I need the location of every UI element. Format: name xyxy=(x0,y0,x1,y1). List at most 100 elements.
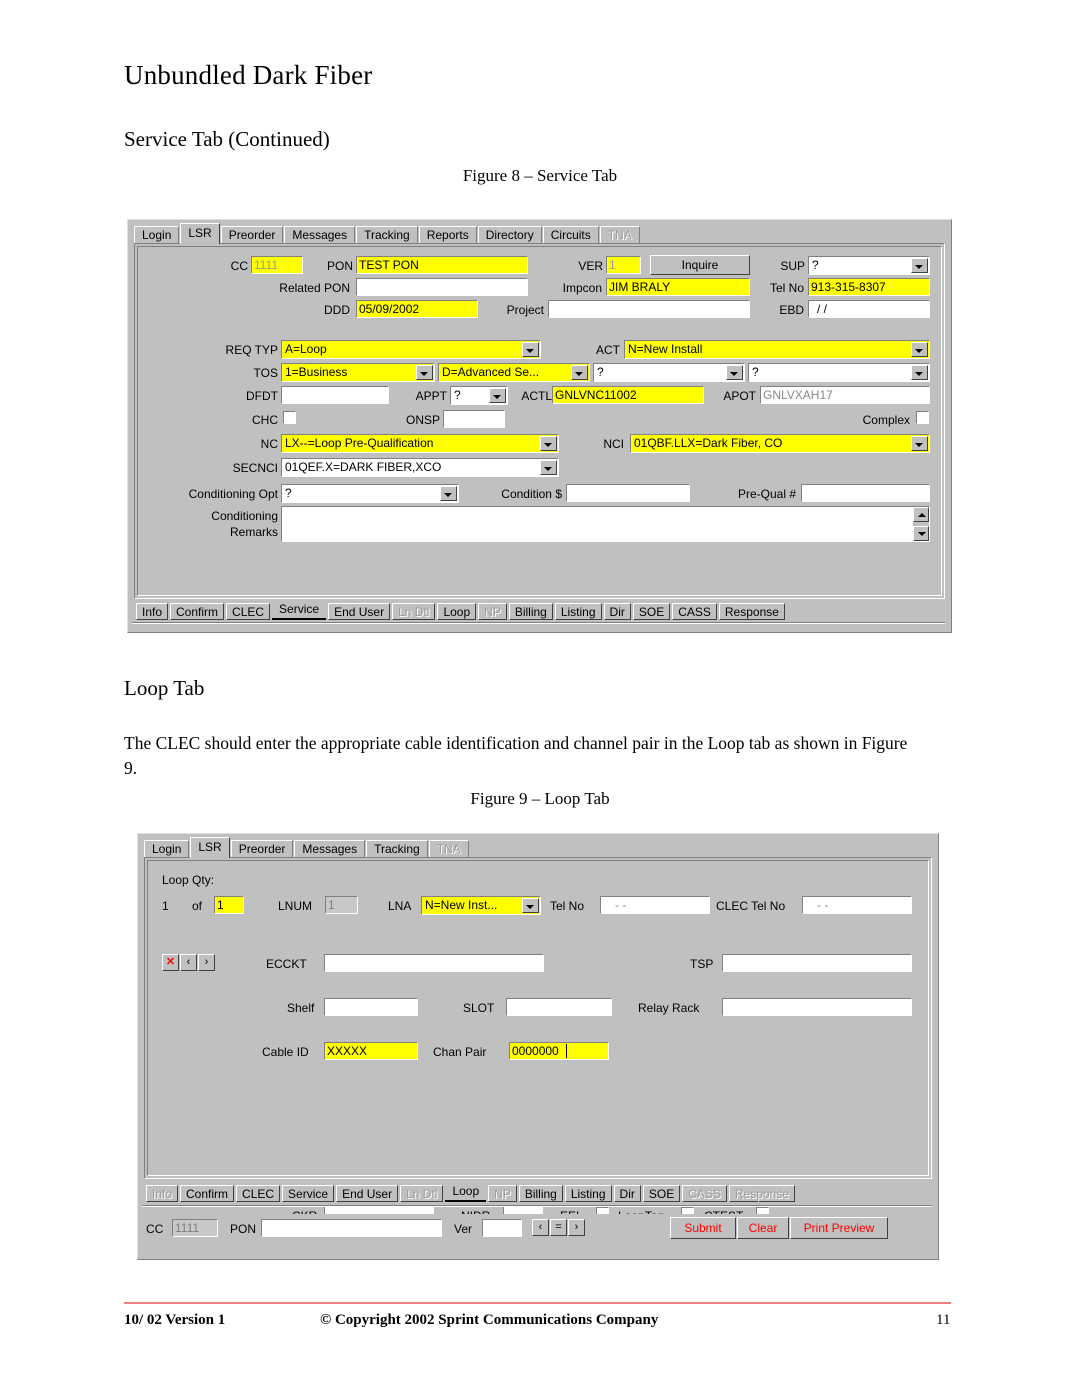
tab-tracking[interactable]: Tracking xyxy=(366,840,428,858)
bottom-tab-loop[interactable]: Loop xyxy=(445,1183,487,1202)
tab-circuits[interactable]: Circuits xyxy=(542,226,599,244)
related-pon-field[interactable] xyxy=(356,278,528,296)
tab-tracking[interactable]: Tracking xyxy=(356,226,418,244)
telno-field[interactable]: - - xyxy=(600,896,710,914)
chevron-down-icon[interactable] xyxy=(540,460,557,475)
chevron-down-icon[interactable] xyxy=(726,365,743,380)
ecckt-field[interactable] xyxy=(324,954,544,972)
bottom-tab-info[interactable]: Info xyxy=(136,603,169,620)
nav-equals-icon[interactable]: = xyxy=(550,1219,567,1236)
prequal-field[interactable] xyxy=(801,484,930,502)
secnci-combo[interactable]: 01QEF.X=DARK FIBER,XCO xyxy=(281,458,559,477)
scroll-down-icon[interactable] xyxy=(913,526,929,541)
tab-messages[interactable]: Messages xyxy=(294,840,366,858)
conditioning-remarks-textarea[interactable] xyxy=(281,506,930,542)
tab-preorder[interactable]: Preorder xyxy=(230,840,294,858)
onsp-field[interactable] xyxy=(443,410,505,428)
tos-combo-2[interactable]: D=Advanced Se... xyxy=(438,363,590,382)
bottom-tab-dir[interactable]: Dir xyxy=(613,1185,641,1202)
bottom-tab-cass[interactable]: CASS xyxy=(672,603,717,620)
relay-rack-field[interactable] xyxy=(722,998,912,1016)
pon-field[interactable]: TEST PON xyxy=(356,256,528,274)
nav-next-icon[interactable]: › xyxy=(568,1219,585,1236)
ver-field[interactable]: 1 xyxy=(606,256,641,274)
condition-dollar-field[interactable] xyxy=(566,484,690,502)
bottom-tab-billing[interactable]: Billing xyxy=(508,603,553,620)
bottom-tab-clec[interactable]: CLEC xyxy=(236,1185,281,1202)
chevron-down-icon[interactable] xyxy=(416,365,433,380)
tab-login[interactable]: Login xyxy=(144,840,190,858)
dfdt-field[interactable] xyxy=(281,386,389,404)
chevron-down-icon[interactable] xyxy=(489,388,506,403)
slot-field[interactable] xyxy=(506,998,612,1016)
bottom-tab-service[interactable]: Service xyxy=(272,601,327,620)
chevron-down-icon[interactable] xyxy=(522,342,539,357)
chevron-down-icon[interactable] xyxy=(911,342,928,357)
telno-field[interactable]: 913-315-8307 xyxy=(808,278,930,296)
conditioning-remarks-scrollbar[interactable] xyxy=(913,507,929,541)
clear-button[interactable]: Clear xyxy=(737,1217,789,1239)
bottom-tab-confirm[interactable]: Confirm xyxy=(180,1185,235,1202)
tab-lsr[interactable]: LSR xyxy=(190,837,230,858)
lna-combo[interactable]: N=New Inst... xyxy=(421,896,541,915)
next-loop-icon[interactable]: › xyxy=(198,954,215,971)
bottom-tab-end-user[interactable]: End User xyxy=(328,603,391,620)
inquire-button[interactable]: Inquire xyxy=(650,255,750,275)
tab-login[interactable]: Login xyxy=(134,226,180,244)
chc-checkbox[interactable] xyxy=(283,411,296,424)
chan-pair-field[interactable]: 0000000 xyxy=(509,1042,609,1060)
conditioning-opt-combo[interactable]: ? xyxy=(281,484,459,503)
bottom-tab-listing[interactable]: Listing xyxy=(554,603,602,620)
tab-messages[interactable]: Messages xyxy=(284,226,356,244)
bottom-tab-dir[interactable]: Dir xyxy=(603,603,631,620)
tab-preorder[interactable]: Preorder xyxy=(220,226,284,244)
loop-total-field[interactable]: 1 xyxy=(214,896,244,914)
scroll-up-icon[interactable] xyxy=(913,507,929,522)
chevron-down-icon[interactable] xyxy=(911,436,928,451)
ebd-field[interactable]: / / xyxy=(808,300,930,318)
delete-loop-icon[interactable]: ✕ xyxy=(162,954,179,971)
bottom-tab-end-user[interactable]: End User xyxy=(336,1185,399,1202)
bottom-tab-listing[interactable]: Listing xyxy=(564,1185,612,1202)
bottom-tab-soe[interactable]: SOE xyxy=(642,1185,681,1202)
ddd-field[interactable]: 05/09/2002 xyxy=(356,300,478,318)
status-ver-field[interactable] xyxy=(482,1219,522,1237)
tsp-field[interactable] xyxy=(722,954,912,972)
bottom-tab-service[interactable]: Service xyxy=(282,1185,335,1202)
bottom-tab-soe[interactable]: SOE xyxy=(632,603,671,620)
tab-lsr[interactable]: LSR xyxy=(180,223,220,244)
reqtyp-combo[interactable]: A=Loop xyxy=(281,340,541,359)
chevron-down-icon[interactable] xyxy=(571,365,588,380)
nav-prev-icon[interactable]: ‹ xyxy=(532,1219,549,1236)
actl-field[interactable]: GNLVNC11002 xyxy=(552,386,704,404)
chevron-down-icon[interactable] xyxy=(540,436,557,451)
chevron-down-icon[interactable] xyxy=(522,898,539,913)
bottom-tab-billing[interactable]: Billing xyxy=(518,1185,563,1202)
bottom-tab-confirm[interactable]: Confirm xyxy=(170,603,225,620)
complex-checkbox[interactable] xyxy=(916,411,929,424)
bottom-tab-clec[interactable]: CLEC xyxy=(226,603,271,620)
nci-combo[interactable]: 01QBF.LLX=Dark Fiber, CO xyxy=(630,434,930,453)
prev-loop-icon[interactable]: ‹ xyxy=(180,954,197,971)
shelf-field[interactable] xyxy=(324,998,418,1016)
tos-combo-1[interactable]: 1=Business xyxy=(281,363,435,382)
tos-combo-3[interactable]: ? xyxy=(593,363,745,382)
chevron-down-icon[interactable] xyxy=(440,486,457,501)
appt-combo[interactable]: ? xyxy=(450,386,508,405)
tab-reports[interactable]: Reports xyxy=(418,226,477,244)
apot-field[interactable]: GNLVXAH17 xyxy=(760,386,930,404)
act-combo[interactable]: N=New Install xyxy=(624,340,930,359)
nc-combo[interactable]: LX--=Loop Pre-Qualification xyxy=(281,434,559,453)
sup-combo[interactable]: ? xyxy=(808,256,930,275)
print-preview-button[interactable]: Print Preview xyxy=(790,1217,888,1239)
project-field[interactable] xyxy=(548,300,750,318)
bottom-tab-response[interactable]: Response xyxy=(718,603,785,620)
cable-id-field[interactable]: XXXXX xyxy=(324,1042,418,1060)
status-pon-field[interactable] xyxy=(261,1219,442,1237)
tos-combo-4[interactable]: ? xyxy=(748,363,930,382)
chevron-down-icon[interactable] xyxy=(911,365,928,380)
tab-directory[interactable]: Directory xyxy=(477,226,542,244)
clec-telno-field[interactable]: - - xyxy=(802,896,912,914)
submit-button[interactable]: Submit xyxy=(670,1217,736,1239)
chevron-down-icon[interactable] xyxy=(911,258,928,273)
